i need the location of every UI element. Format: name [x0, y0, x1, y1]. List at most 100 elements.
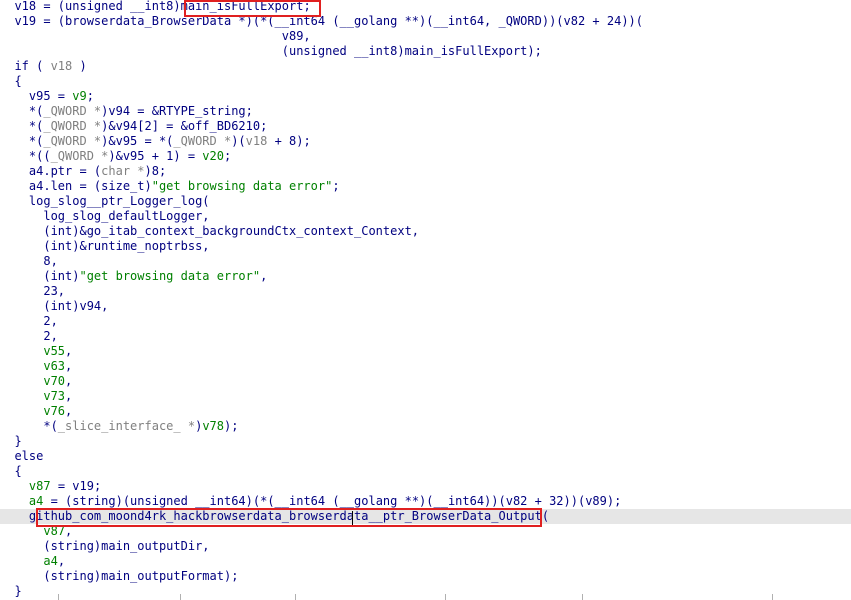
code-token: ,	[65, 389, 73, 403]
code-line[interactable]: v70,	[0, 374, 851, 389]
code-token: _QWORD *	[43, 134, 102, 148]
code-token: )	[72, 59, 87, 73]
code-line[interactable]: (int)"get browsing data error",	[0, 269, 851, 284]
code-line[interactable]: a4.ptr = (char *)8;	[0, 164, 851, 179]
code-token: )&v95 + 1) =	[108, 149, 203, 163]
code-line[interactable]: log_slog__ptr_Logger_log(	[0, 194, 851, 209]
code-token: _QWORD *	[50, 149, 109, 163]
code-line[interactable]: v63,	[0, 359, 851, 374]
code-token: ,	[65, 404, 73, 418]
code-token: a4.ptr = (	[0, 164, 102, 178]
code-token: 23,	[0, 284, 66, 298]
code-token: v87	[28, 479, 51, 493]
code-line[interactable]: log_slog_defaultLogger,	[0, 209, 851, 224]
code-line[interactable]: v87,	[0, 524, 851, 539]
code-line[interactable]: *(_QWORD *)&v95 = *(_QWORD *)(v18 + 8);	[0, 134, 851, 149]
code-line[interactable]: v95 = v9;	[0, 89, 851, 104]
code-token: *(	[0, 419, 58, 433]
code-token: log_slog_defaultLogger,	[0, 209, 210, 223]
code-line[interactable]: v76,	[0, 404, 851, 419]
code-line[interactable]: a4.len = (size_t)"get browsing data erro…	[0, 179, 851, 194]
code-token: *((	[0, 149, 51, 163]
code-line[interactable]: {	[0, 464, 851, 479]
code-token: "get browsing data error"	[151, 179, 333, 193]
code-token: github_com_moond4rk_hackbrowserdata_brow…	[0, 509, 550, 523]
code-token: )&v95 = *(	[101, 134, 174, 148]
code-line[interactable]: a4 = (string)(unsigned __int64)(*(__int6…	[0, 494, 851, 509]
code-token: + 8);	[267, 134, 311, 148]
code-line[interactable]: github_com_moond4rk_hackbrowserdata_brow…	[0, 509, 851, 524]
code-token: v18	[245, 134, 268, 148]
code-token: char *	[101, 164, 145, 178]
code-line[interactable]: (int)&go_itab_context_backgroundCtx_cont…	[0, 224, 851, 239]
code-line[interactable]: v89,	[0, 29, 851, 44]
code-token: v89,	[0, 29, 311, 43]
code-line[interactable]: *((_QWORD *)&v95 + 1) = v20;	[0, 149, 851, 164]
code-token: v19 = (browserdata_BrowserData *)(*(__in…	[0, 14, 643, 28]
code-line[interactable]: else	[0, 449, 851, 464]
code-line[interactable]: *(_slice_interface_ *)v78);	[0, 419, 851, 434]
code-line[interactable]: }	[0, 434, 851, 449]
code-token: main_isFullExport;	[180, 0, 311, 13]
code-token: else	[0, 449, 44, 463]
code-line[interactable]: (unsigned __int8)main_isFullExport);	[0, 44, 851, 59]
code-token: v63	[43, 359, 66, 373]
code-line[interactable]: *(_QWORD *)v94 = &RTYPE_string;	[0, 104, 851, 119]
code-line[interactable]: a4,	[0, 554, 851, 569]
code-token: v87	[43, 524, 66, 538]
code-token: )(	[231, 134, 246, 148]
code-token: 8,	[0, 254, 58, 268]
code-token: v76	[43, 404, 66, 418]
code-line[interactable]: 23,	[0, 284, 851, 299]
code-line[interactable]: v55,	[0, 344, 851, 359]
code-line[interactable]: (int)v94,	[0, 299, 851, 314]
code-line[interactable]: {	[0, 74, 851, 89]
code-line[interactable]: v19 = (browserdata_BrowserData *)(*(__in…	[0, 14, 851, 29]
code-line[interactable]: 2,	[0, 314, 851, 329]
code-line[interactable]: 8,	[0, 254, 851, 269]
code-token: _QWORD *	[173, 134, 232, 148]
code-token: "get browsing data error"	[79, 269, 261, 283]
code-token: ,	[65, 344, 73, 358]
code-token: a4	[43, 554, 58, 568]
code-token: _QWORD *	[43, 119, 102, 133]
code-token: (unsigned __int8)main_isFullExport);	[0, 44, 542, 58]
code-token: = v19;	[50, 479, 102, 493]
code-line[interactable]: (string)main_outputDir,	[0, 539, 851, 554]
code-token: ,	[260, 269, 268, 283]
code-token: {	[0, 74, 22, 88]
code-line[interactable]: (int)&runtime_noptrbss,	[0, 239, 851, 254]
code-token: a4.len = (size_t)	[0, 179, 152, 193]
code-line[interactable]: v18 = (unsigned __int8)main_isFullExport…	[0, 0, 851, 14]
code-token: *(	[0, 104, 44, 118]
code-token: (int)	[0, 269, 80, 283]
code-token: (int)&runtime_noptrbss,	[0, 239, 210, 253]
code-line[interactable]: 2,	[0, 329, 851, 344]
code-token: (int)&go_itab_context_backgroundCtx_cont…	[0, 224, 420, 238]
code-token: if (	[0, 59, 51, 73]
code-token: _slice_interface_ *	[57, 419, 196, 433]
code-line[interactable]: (string)main_outputFormat);	[0, 569, 851, 584]
code-token: )8;	[144, 164, 167, 178]
code-token: ;	[332, 179, 340, 193]
code-token: v18	[50, 59, 73, 73]
code-line[interactable]: v87 = v19;	[0, 479, 851, 494]
code-token: }	[0, 434, 22, 448]
code-line[interactable]: v73,	[0, 389, 851, 404]
code-line[interactable]: *(_QWORD *)&v94[2] = &off_BD6210;	[0, 119, 851, 134]
code-token: ,	[65, 374, 73, 388]
code-token: *(	[0, 119, 44, 133]
code-token: )v94 = &RTYPE_string;	[101, 104, 253, 118]
code-token: 2,	[0, 329, 58, 343]
code-line[interactable]: if ( v18 )	[0, 59, 851, 74]
code-token: v95 =	[0, 89, 73, 103]
code-token: ,	[57, 554, 66, 568]
code-token: )&v94[2] = &off_BD6210;	[101, 119, 268, 133]
